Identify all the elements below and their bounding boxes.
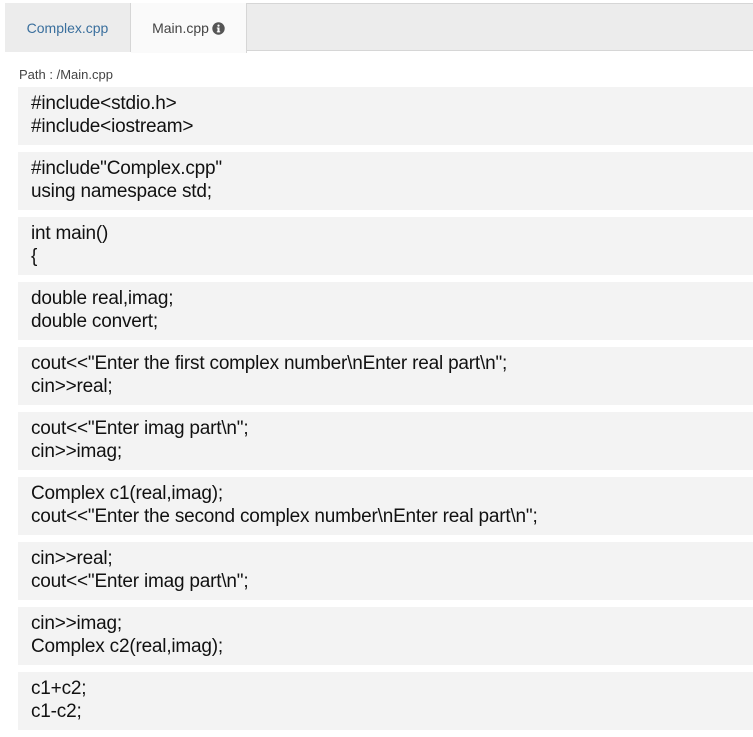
file-tab-bar: Complex.cpp Main.cpp — [5, 3, 753, 53]
code-block: int main(){ — [18, 217, 753, 275]
code-line: using namespace std; — [31, 181, 212, 202]
code-line: cin>>imag; — [31, 613, 122, 634]
code-block: cin>>imag; Complex c2(real,imag); — [18, 607, 753, 665]
code-line: { — [31, 246, 38, 267]
code-line: Complex c2(real,imag); — [31, 636, 223, 657]
code-line: #include<stdio.h> — [31, 93, 177, 114]
code-line: c1-c2; — [31, 701, 82, 722]
code-line: Complex c1(real,imag); — [31, 483, 223, 504]
code-block: c1+c2; c1-c2; — [18, 672, 753, 730]
code-line: #include"Complex.cpp" — [31, 158, 222, 179]
tab-complex-cpp-label: Complex.cpp — [26, 19, 109, 36]
code-view: #include<stdio.h> #include<iostream> #incl… — [18, 87, 753, 737]
code-line: cin>>real; — [31, 548, 113, 569]
code-block: cin>>real; cout<<"Enter imag part\n"; — [18, 542, 753, 600]
info-icon[interactable] — [212, 21, 225, 35]
code-block: cout<<"Enter imag part\n"; cin>>imag; — [18, 412, 753, 470]
code-block: cout<<"Enter the first complex number\nE… — [18, 347, 753, 405]
code-line: c1+c2; — [31, 678, 87, 699]
tab-main-cpp-label: Main.cpp — [152, 20, 209, 36]
file-path: Path : /Main.cpp — [19, 67, 113, 82]
code-line: cout<<"Enter imag part\n"; — [31, 418, 249, 439]
code-line: int main() — [31, 223, 109, 244]
tab-complex-cpp[interactable]: Complex.cpp — [5, 3, 131, 52]
code-line: cin>>real; — [31, 376, 113, 397]
code-block: #include"Complex.cpp" using namespace std… — [18, 152, 753, 210]
code-line: cout<<"Enter imag part\n"; — [31, 571, 249, 592]
tab-main-cpp[interactable]: Main.cpp — [131, 3, 247, 53]
code-line: double real,imag; — [31, 288, 174, 309]
code-block: double real,imag; double convert; — [18, 282, 753, 340]
code-line: double convert; — [31, 311, 158, 332]
code-line: #include<iostream> — [31, 116, 194, 137]
code-line: cout<<"Enter the first complex number\nE… — [31, 353, 508, 374]
code-block: Complex c1(real,imag); cout<<"Enter the s… — [18, 477, 753, 535]
code-line: cin>>imag; — [31, 441, 122, 462]
code-line: cout<<"Enter the second complex number\n… — [31, 506, 538, 527]
code-block: #include<stdio.h> #include<iostream> — [18, 87, 753, 145]
